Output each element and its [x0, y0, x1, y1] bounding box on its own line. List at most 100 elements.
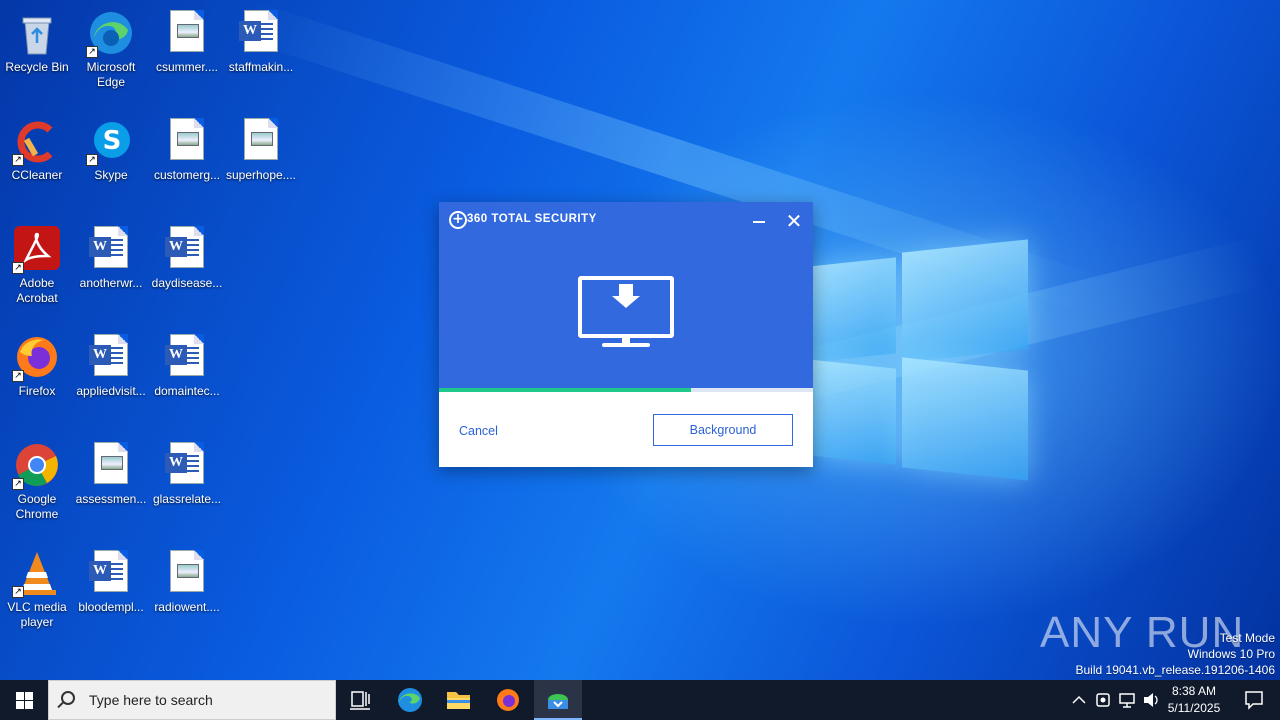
word-doc-icon: W — [238, 10, 284, 56]
image-file-icon — [164, 118, 210, 164]
desktop-icon-assessmen[interactable]: assessmen... — [74, 436, 148, 507]
taskbar: Type here to search 8:38 AM 5/11/2025 — [0, 680, 1280, 720]
desktop-icon-radiowent[interactable]: radiowent.... — [150, 544, 224, 615]
desktop-icon-customerg[interactable]: customerg... — [150, 112, 224, 183]
desktop-icon-label: Firefox — [18, 384, 56, 398]
close-button[interactable]: ✕ — [781, 210, 807, 232]
clock-date: 5/11/2025 — [1167, 701, 1221, 715]
desktop-icon-csummer[interactable]: csummer.... — [150, 4, 224, 75]
minimize-icon — [753, 221, 765, 223]
desktop-icon-label: assessmen... — [75, 492, 147, 506]
action-center-button[interactable] — [1234, 680, 1274, 720]
taskbar-clock[interactable]: 8:38 AM 5/11/2025 — [1158, 683, 1230, 717]
desktop-icon-label: CCleaner — [11, 168, 63, 182]
desktop-icon-vlc-media-player[interactable]: ↗ VLC media player — [0, 544, 74, 630]
desktop-icon-label: domaintec... — [154, 384, 220, 398]
desktop-icon-glassrelate[interactable]: W glassrelate... — [150, 436, 224, 507]
start-button[interactable] — [0, 680, 48, 720]
tray-app-icon — [1096, 693, 1110, 707]
desktop-icon-google-chrome[interactable]: ↗ Google Chrome — [0, 436, 74, 522]
desktop-icon-daydisease[interactable]: W daydisease... — [150, 220, 224, 291]
desktop-icon-label: VLC media player — [7, 600, 67, 629]
show-hidden-icons-button[interactable] — [1068, 680, 1090, 720]
download-arrow-icon — [619, 284, 633, 296]
desktop-icon-skype[interactable]: S ↗ Skype — [74, 112, 148, 183]
desktop-icon-label: daydisease... — [151, 276, 223, 290]
desktop-icon-label: csummer.... — [155, 60, 218, 74]
monitor-base — [602, 343, 650, 347]
task-view-icon — [350, 691, 370, 710]
word-doc-icon: W — [88, 550, 134, 596]
edge-icon: ↗ — [86, 10, 134, 58]
acrobat-icon: ↗ — [12, 226, 60, 274]
svg-text:S: S — [103, 126, 122, 156]
test-mode-info: Test Mode Windows 10 Pro Build 19041.vb_… — [1076, 630, 1276, 678]
dialog-title: 360 TOTAL SECURITY — [467, 213, 597, 225]
close-icon: ✕ — [785, 209, 803, 233]
windows-logo-wallpaper — [808, 239, 1032, 481]
installer-dialog: + 360 TOTAL SECURITY ✕ Cancel Background — [439, 202, 813, 467]
ccleaner-icon: ↗ — [12, 118, 60, 166]
desktop-icon-label: Microsoft Edge — [86, 60, 136, 89]
folder-icon — [447, 692, 470, 709]
desktop-icon-staffmakin[interactable]: W staffmakin... — [224, 4, 298, 75]
360-installer-icon — [548, 694, 568, 709]
tray-app-button[interactable] — [1092, 680, 1114, 720]
minimize-button[interactable] — [745, 210, 771, 232]
cancel-button[interactable]: Cancel — [459, 424, 498, 438]
word-doc-icon: W — [164, 442, 210, 488]
desktop-icon-anotherwr[interactable]: W anotherwr... — [74, 220, 148, 291]
vlc-icon: ↗ — [12, 550, 60, 598]
desktop-icon-adobe-acrobat[interactable]: ↗ Adobe Acrobat — [0, 220, 74, 306]
desktop-icon-recycle-bin[interactable]: Recycle Bin — [0, 4, 74, 75]
desktop-icon-label: Adobe Acrobat — [16, 276, 58, 305]
taskbar-firefox-button[interactable] — [484, 680, 532, 720]
test-mode-label: Test Mode — [1219, 631, 1275, 645]
progress-fill — [439, 388, 692, 392]
desktop-icon-label: bloodempl... — [78, 600, 144, 614]
dialog-header: + 360 TOTAL SECURITY ✕ — [439, 202, 813, 388]
image-file-icon — [238, 118, 284, 164]
desktop-icon-superhope[interactable]: superhope.... — [224, 112, 298, 183]
image-file-icon — [164, 10, 210, 56]
network-icon — [1119, 693, 1135, 708]
desktop-icon-label: staffmakin... — [228, 60, 294, 74]
word-doc-icon: W — [164, 226, 210, 272]
task-view-button[interactable] — [336, 680, 384, 720]
desktop-icon-label: anotherwr... — [79, 276, 143, 290]
taskbar-edge-button[interactable] — [386, 680, 434, 720]
desktop-icon-microsoft-edge[interactable]: ↗ Microsoft Edge — [74, 4, 148, 90]
desktop-icon-firefox[interactable]: ↗ Firefox — [0, 328, 74, 399]
desktop: Recycle Bin ↗ CCleaner ↗ Adobe Acrobat ↗… — [0, 0, 1280, 680]
image-file-icon — [88, 442, 134, 488]
desktop-icon-label: superhope.... — [225, 168, 297, 182]
desktop-icon-ccleaner[interactable]: ↗ CCleaner — [0, 112, 74, 183]
build-label: Build 19041.vb_release.191206-1406 — [1075, 663, 1276, 677]
desktop-icon-bloodempl[interactable]: W bloodempl... — [74, 544, 148, 615]
firefox-icon — [497, 689, 519, 711]
edge-icon — [398, 688, 422, 712]
taskbar-file-explorer-button[interactable] — [434, 680, 482, 720]
desktop-icon-label: Google Chrome — [15, 492, 59, 521]
background-button[interactable]: Background — [653, 414, 793, 446]
taskbar-360-installer-button[interactable] — [534, 680, 582, 720]
word-doc-icon: W — [164, 334, 210, 380]
desktop-icon-label: customerg... — [153, 168, 221, 182]
desktop-icon-domaintec[interactable]: W domaintec... — [150, 328, 224, 399]
image-file-icon — [164, 550, 210, 596]
network-button[interactable] — [1116, 680, 1138, 720]
360-logo-icon: + — [449, 211, 467, 229]
chrome-icon: ↗ — [12, 442, 60, 490]
search-icon — [61, 691, 75, 705]
progress-bar — [439, 388, 813, 392]
desktop-icon-label: glassrelate... — [152, 492, 222, 506]
taskbar-search-box[interactable]: Type here to search — [48, 680, 336, 720]
desktop-icon-appliedvisit[interactable]: W appliedvisit... — [74, 328, 148, 399]
desktop-icon-label: appliedvisit... — [76, 384, 146, 398]
word-doc-icon: W — [88, 226, 134, 272]
edition-label: Windows 10 Pro — [1187, 647, 1275, 661]
notification-icon — [1245, 691, 1263, 710]
word-doc-icon: W — [88, 334, 134, 380]
clock-time: 8:38 AM — [1171, 684, 1217, 698]
desktop-icon-label: radiowent.... — [154, 600, 220, 614]
